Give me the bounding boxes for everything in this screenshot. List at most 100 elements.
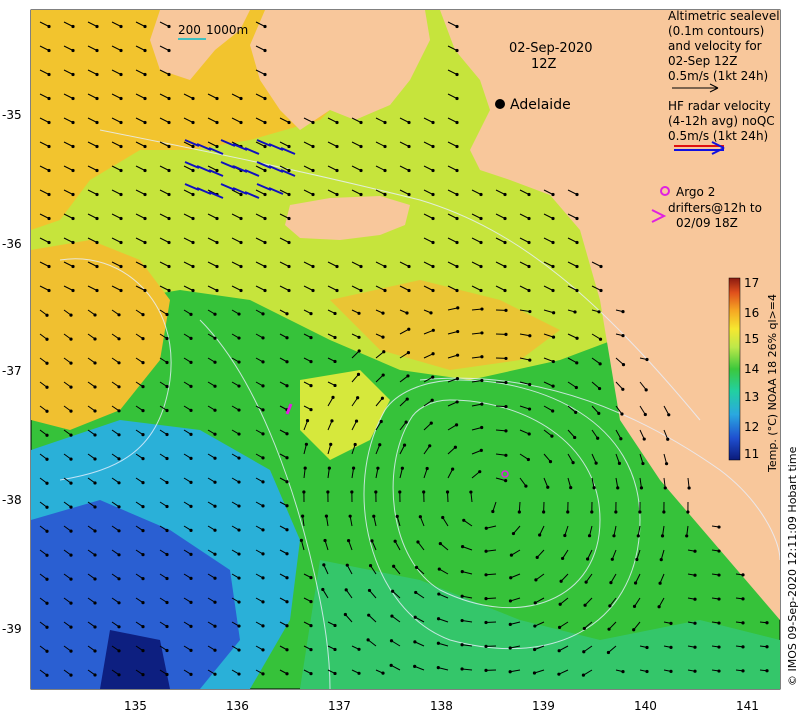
velocity-arrowhead	[69, 577, 73, 581]
velocity-arrowhead	[574, 385, 578, 390]
velocity-arrowhead	[456, 329, 460, 334]
velocity-arrowhead	[504, 380, 508, 385]
velocity-arrowhead	[45, 649, 49, 653]
velocity-arrowhead	[504, 356, 508, 361]
velocity-arrowhead	[215, 264, 219, 269]
velocity-arrowhead	[45, 481, 49, 485]
velocity-arrowhead	[117, 553, 121, 557]
velocity-arrowhead	[324, 514, 329, 518]
x-tick-label: 135	[124, 699, 147, 713]
velocity-arrowhead	[557, 625, 562, 629]
velocity-arrowhead	[93, 313, 97, 317]
velocity-arrowhead	[431, 240, 435, 245]
velocity-arrowhead	[381, 671, 385, 675]
velocity-arrowhead	[93, 337, 97, 341]
velocity-arrowhead	[165, 480, 169, 485]
velocity-arrowhead	[335, 120, 339, 125]
colorbar-tick: 13	[744, 390, 759, 404]
velocity-arrowhead	[261, 552, 265, 556]
velocity-arrowhead	[383, 264, 387, 269]
velocity-arrowhead	[645, 645, 649, 650]
velocity-arrowhead	[528, 382, 532, 387]
velocity-arrowhead	[261, 456, 265, 460]
velocity-arrowhead	[141, 553, 145, 557]
velocity-arrowhead	[71, 72, 75, 77]
velocity-arrowhead	[582, 650, 586, 654]
velocity-arrowhead	[141, 649, 145, 653]
velocity-arrowhead	[95, 168, 99, 173]
velocity-arrowhead	[47, 144, 51, 149]
velocity-arrowhead	[455, 168, 459, 173]
velocity-arrowhead	[484, 620, 488, 625]
velocity-arrowhead	[632, 628, 636, 632]
velocity-arrowhead	[454, 423, 459, 427]
colorbar	[728, 277, 741, 461]
velocity-arrowhead	[430, 398, 434, 402]
velocity-arrowhead	[287, 240, 291, 245]
velocity-arrowhead	[664, 462, 669, 466]
velocity-arrowhead	[71, 120, 75, 125]
velocity-arrowhead	[551, 335, 556, 339]
velocity-arrowhead	[344, 588, 348, 592]
velocity-arrowhead	[686, 510, 690, 514]
velocity-arrowhead	[693, 669, 697, 673]
velocity-arrowhead	[413, 664, 417, 668]
velocity-arrowhead	[669, 645, 673, 649]
legend-argo-line-3: 02/09 18Z	[676, 216, 738, 230]
velocity-arrowhead	[263, 264, 267, 269]
velocity-arrowhead	[237, 600, 241, 604]
velocity-arrowhead	[141, 481, 145, 485]
velocity-arrowhead	[93, 409, 97, 413]
velocity-arrowhead	[191, 168, 195, 173]
velocity-arrowhead	[404, 420, 408, 424]
velocity-arrowhead	[504, 429, 508, 433]
velocity-arrowhead	[261, 624, 265, 628]
velocity-arrowhead	[167, 192, 171, 197]
velocity-arrowhead	[431, 120, 435, 125]
velocity-arrowhead	[391, 589, 395, 593]
velocity-arrowhead	[93, 481, 97, 485]
velocity-arrowhead	[717, 525, 721, 529]
velocity-arrowhead	[45, 625, 49, 629]
velocity-arrowhead	[143, 120, 147, 125]
velocity-arrowhead	[213, 336, 217, 340]
velocity-arrowhead	[366, 638, 370, 642]
velocity-arrowhead	[285, 384, 289, 388]
velocity-arrowhead	[503, 240, 507, 245]
velocity-arrowhead	[607, 627, 611, 631]
velocity-arrowhead	[669, 621, 673, 625]
velocity-arrowhead	[143, 48, 147, 53]
velocity-arrowhead	[191, 216, 195, 221]
velocity-arrowhead	[559, 579, 563, 583]
velocity-arrowhead	[407, 264, 411, 269]
velocity-arrowhead	[213, 648, 217, 652]
velocity-arrowhead	[509, 553, 514, 557]
velocity-arrowhead	[333, 311, 337, 316]
velocity-arrowhead	[165, 624, 169, 629]
velocity-arrowhead	[261, 648, 265, 652]
velocity-arrowhead	[422, 490, 426, 494]
velocity-arrowhead	[693, 597, 697, 601]
velocity-arrowhead	[575, 264, 579, 269]
velocity-arrowhead	[431, 168, 435, 173]
velocity-arrowhead	[117, 361, 121, 365]
velocity-arrowhead	[479, 192, 483, 197]
velocity-arrowhead	[479, 240, 483, 245]
velocity-arrowhead	[165, 528, 169, 533]
velocity-arrowhead	[95, 72, 99, 77]
velocity-arrowhead	[71, 240, 75, 245]
velocity-arrowhead	[741, 621, 745, 625]
velocity-arrowhead	[575, 216, 579, 221]
velocity-arrowhead	[378, 443, 382, 447]
velocity-arrowhead	[213, 624, 217, 628]
velocity-arrowhead	[635, 557, 639, 562]
velocity-arrowhead	[326, 490, 330, 494]
velocity-arrowhead	[389, 639, 394, 643]
velocity-arrowhead	[359, 168, 363, 173]
y-tick-label: -35	[2, 108, 22, 122]
velocity-arrowhead	[484, 549, 488, 553]
velocity-arrowhead	[741, 573, 745, 577]
velocity-arrowhead	[239, 192, 243, 197]
velocity-arrowhead	[528, 309, 532, 314]
velocity-arrowhead	[527, 192, 531, 197]
